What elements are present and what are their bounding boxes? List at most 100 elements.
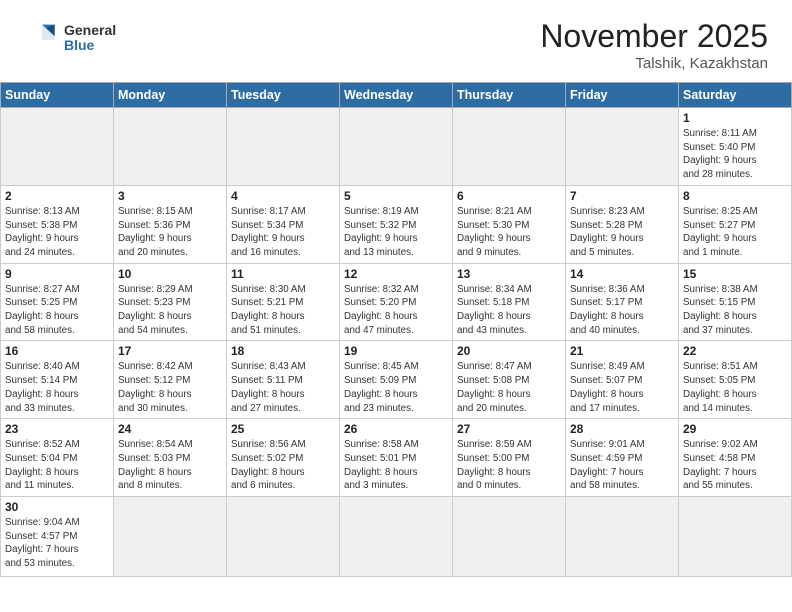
calendar-cell: 24 Sunrise: 8:54 AM Sunset: 5:03 PM Dayli… xyxy=(114,419,227,497)
calendar-cell: 10 Sunrise: 8:29 AM Sunset: 5:23 PM Dayli… xyxy=(114,263,227,341)
day-info: Sunrise: 8:15 AM Sunset: 5:36 PM Dayligh… xyxy=(118,205,222,260)
day-number: 25 xyxy=(231,422,335,436)
calendar-cell xyxy=(566,108,679,186)
logo-blue: Blue xyxy=(64,38,116,53)
day-number: 15 xyxy=(683,267,787,281)
day-number: 24 xyxy=(118,422,222,436)
calendar-cell: 30Sunrise: 9:04 AM Sunset: 4:57 PM Dayli… xyxy=(1,497,114,577)
calendar-cell: 18 Sunrise: 8:43 AM Sunset: 5:11 PM Dayli… xyxy=(227,341,340,419)
day-info: Sunrise: 8:52 AM Sunset: 5:04 PM Dayligh… xyxy=(5,438,109,493)
calendar: Sunday Monday Tuesday Wednesday Thursday… xyxy=(0,82,792,577)
calendar-cell: 17 Sunrise: 8:42 AM Sunset: 5:12 PM Dayli… xyxy=(114,341,227,419)
calendar-cell xyxy=(227,497,340,577)
calendar-cell: 2Sunrise: 8:13 AM Sunset: 5:38 PM Daylig… xyxy=(1,185,114,263)
day-number: 17 xyxy=(118,344,222,358)
calendar-cell xyxy=(227,108,340,186)
calendar-cell: 25Sunrise: 8:56 AM Sunset: 5:02 PM Dayli… xyxy=(227,419,340,497)
day-number: 16 xyxy=(5,344,109,358)
day-number: 7 xyxy=(570,189,674,203)
calendar-week-row: 23 Sunrise: 8:52 AM Sunset: 5:04 PM Dayli… xyxy=(1,419,792,497)
calendar-cell: 5 Sunrise: 8:19 AM Sunset: 5:32 PM Daylig… xyxy=(340,185,453,263)
calendar-cell xyxy=(114,108,227,186)
col-monday: Monday xyxy=(114,83,227,108)
day-info: Sunrise: 9:01 AM Sunset: 4:59 PM Dayligh… xyxy=(570,438,674,493)
day-info: Sunrise: 8:43 AM Sunset: 5:11 PM Dayligh… xyxy=(231,360,335,415)
day-info: Sunrise: 8:23 AM Sunset: 5:28 PM Dayligh… xyxy=(570,205,674,260)
day-number: 28 xyxy=(570,422,674,436)
calendar-cell: 6 Sunrise: 8:21 AM Sunset: 5:30 PM Daylig… xyxy=(453,185,566,263)
day-info: Sunrise: 8:34 AM Sunset: 5:18 PM Dayligh… xyxy=(457,283,561,338)
calendar-week-row: 16 Sunrise: 8:40 AM Sunset: 5:14 PM Dayli… xyxy=(1,341,792,419)
day-number: 14 xyxy=(570,267,674,281)
day-info: Sunrise: 8:25 AM Sunset: 5:27 PM Dayligh… xyxy=(683,205,787,260)
day-number: 22 xyxy=(683,344,787,358)
calendar-cell: 9 Sunrise: 8:27 AM Sunset: 5:25 PM Daylig… xyxy=(1,263,114,341)
day-number: 10 xyxy=(118,267,222,281)
calendar-cell: 4 Sunrise: 8:17 AM Sunset: 5:34 PM Daylig… xyxy=(227,185,340,263)
calendar-cell: 3 Sunrise: 8:15 AM Sunset: 5:36 PM Daylig… xyxy=(114,185,227,263)
calendar-cell xyxy=(340,108,453,186)
day-info: Sunrise: 8:32 AM Sunset: 5:20 PM Dayligh… xyxy=(344,283,448,338)
day-info: Sunrise: 8:36 AM Sunset: 5:17 PM Dayligh… xyxy=(570,283,674,338)
day-number: 18 xyxy=(231,344,335,358)
header: General Blue November 2025 Talshik, Kaza… xyxy=(0,0,792,82)
logo: General Blue xyxy=(18,18,116,58)
calendar-week-row: 1Sunrise: 8:11 AM Sunset: 5:40 PM Daylig… xyxy=(1,108,792,186)
calendar-cell: 8 Sunrise: 8:25 AM Sunset: 5:27 PM Daylig… xyxy=(679,185,792,263)
day-number: 5 xyxy=(344,189,448,203)
title-block: November 2025 Talshik, Kazakhstan xyxy=(540,18,768,72)
calendar-cell xyxy=(340,497,453,577)
day-number: 19 xyxy=(344,344,448,358)
calendar-cell: 14 Sunrise: 8:36 AM Sunset: 5:17 PM Dayli… xyxy=(566,263,679,341)
calendar-cell: 12Sunrise: 8:32 AM Sunset: 5:20 PM Dayli… xyxy=(340,263,453,341)
day-number: 3 xyxy=(118,189,222,203)
day-info: Sunrise: 8:38 AM Sunset: 5:15 PM Dayligh… xyxy=(683,283,787,338)
col-saturday: Saturday xyxy=(679,83,792,108)
col-tuesday: Tuesday xyxy=(227,83,340,108)
day-number: 13 xyxy=(457,267,561,281)
calendar-week-row: 30Sunrise: 9:04 AM Sunset: 4:57 PM Dayli… xyxy=(1,497,792,577)
day-info: Sunrise: 8:21 AM Sunset: 5:30 PM Dayligh… xyxy=(457,205,561,260)
day-info: Sunrise: 8:54 AM Sunset: 5:03 PM Dayligh… xyxy=(118,438,222,493)
day-info: Sunrise: 9:02 AM Sunset: 4:58 PM Dayligh… xyxy=(683,438,787,493)
day-number: 8 xyxy=(683,189,787,203)
day-number: 27 xyxy=(457,422,561,436)
calendar-cell: 15 Sunrise: 8:38 AM Sunset: 5:15 PM Dayli… xyxy=(679,263,792,341)
calendar-cell: 7 Sunrise: 8:23 AM Sunset: 5:28 PM Daylig… xyxy=(566,185,679,263)
day-number: 29 xyxy=(683,422,787,436)
calendar-cell xyxy=(114,497,227,577)
calendar-cell: 22Sunrise: 8:51 AM Sunset: 5:05 PM Dayli… xyxy=(679,341,792,419)
location: Talshik, Kazakhstan xyxy=(540,55,768,72)
day-info: Sunrise: 8:27 AM Sunset: 5:25 PM Dayligh… xyxy=(5,283,109,338)
day-number: 11 xyxy=(231,267,335,281)
calendar-cell: 29 Sunrise: 9:02 AM Sunset: 4:58 PM Dayli… xyxy=(679,419,792,497)
calendar-cell: 23 Sunrise: 8:52 AM Sunset: 5:04 PM Dayli… xyxy=(1,419,114,497)
calendar-cell xyxy=(1,108,114,186)
day-info: Sunrise: 8:59 AM Sunset: 5:00 PM Dayligh… xyxy=(457,438,561,493)
day-number: 23 xyxy=(5,422,109,436)
calendar-cell: 28 Sunrise: 9:01 AM Sunset: 4:59 PM Dayli… xyxy=(566,419,679,497)
logo-general: General xyxy=(64,23,116,38)
calendar-cell: 19Sunrise: 8:45 AM Sunset: 5:09 PM Dayli… xyxy=(340,341,453,419)
calendar-cell: 20Sunrise: 8:47 AM Sunset: 5:08 PM Dayli… xyxy=(453,341,566,419)
day-info: Sunrise: 8:19 AM Sunset: 5:32 PM Dayligh… xyxy=(344,205,448,260)
calendar-cell xyxy=(679,497,792,577)
day-number: 9 xyxy=(5,267,109,281)
calendar-week-row: 2Sunrise: 8:13 AM Sunset: 5:38 PM Daylig… xyxy=(1,185,792,263)
day-number: 30 xyxy=(5,500,109,514)
calendar-cell xyxy=(453,108,566,186)
day-info: Sunrise: 8:17 AM Sunset: 5:34 PM Dayligh… xyxy=(231,205,335,260)
calendar-header-row: Sunday Monday Tuesday Wednesday Thursday… xyxy=(1,83,792,108)
day-number: 21 xyxy=(570,344,674,358)
day-info: Sunrise: 8:42 AM Sunset: 5:12 PM Dayligh… xyxy=(118,360,222,415)
day-info: Sunrise: 8:40 AM Sunset: 5:14 PM Dayligh… xyxy=(5,360,109,415)
calendar-cell xyxy=(566,497,679,577)
col-friday: Friday xyxy=(566,83,679,108)
day-info: Sunrise: 8:29 AM Sunset: 5:23 PM Dayligh… xyxy=(118,283,222,338)
day-info: Sunrise: 8:58 AM Sunset: 5:01 PM Dayligh… xyxy=(344,438,448,493)
day-number: 4 xyxy=(231,189,335,203)
day-info: Sunrise: 8:11 AM Sunset: 5:40 PM Dayligh… xyxy=(683,127,787,182)
month-title: November 2025 xyxy=(540,18,768,55)
calendar-cell: 16 Sunrise: 8:40 AM Sunset: 5:14 PM Dayli… xyxy=(1,341,114,419)
day-number: 6 xyxy=(457,189,561,203)
